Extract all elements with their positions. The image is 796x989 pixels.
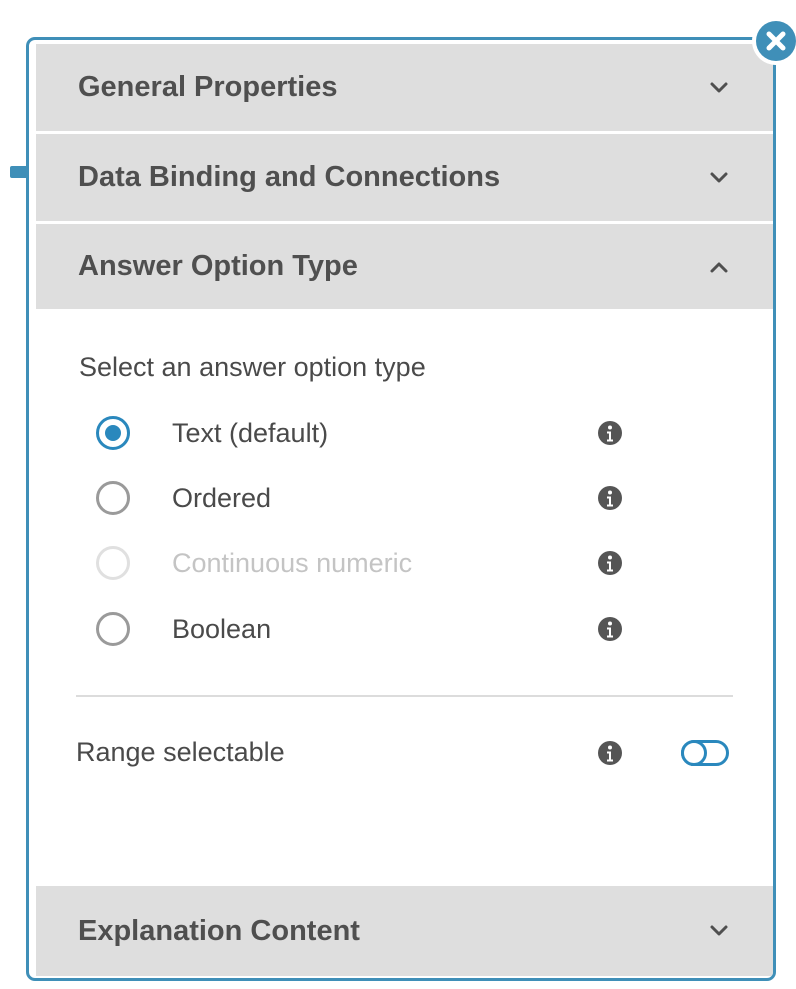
range-selectable-toggle[interactable]	[681, 738, 731, 768]
section-title: Data Binding and Connections	[78, 161, 501, 193]
chevron-down-icon	[710, 925, 728, 936]
radio-button-selected[interactable]	[96, 416, 130, 450]
section-data-binding[interactable]: Data Binding and Connections	[36, 134, 773, 221]
info-icon[interactable]	[598, 486, 622, 510]
radio-button-disabled	[96, 546, 130, 580]
info-icon[interactable]	[598, 741, 622, 765]
chevron-up-icon	[710, 262, 728, 272]
radio-label: Continuous numeric	[172, 547, 413, 578]
chevron-down-icon	[710, 172, 728, 182]
close-icon	[756, 21, 796, 61]
close-button[interactable]	[752, 17, 796, 65]
properties-panel: General Properties Data Binding and Conn…	[26, 37, 776, 981]
radio-option-boolean[interactable]: Boolean	[96, 607, 636, 651]
section-explanation-content[interactable]: Explanation Content	[36, 886, 773, 976]
radio-option-ordered[interactable]: Ordered	[96, 476, 636, 520]
info-icon[interactable]	[598, 617, 622, 641]
radio-option-continuous-numeric: Continuous numeric	[96, 541, 636, 585]
info-icon[interactable]	[598, 551, 622, 575]
section-answer-option-type[interactable]: Answer Option Type	[36, 224, 773, 309]
radio-label: Ordered	[172, 482, 272, 513]
section-title: General Properties	[78, 71, 338, 103]
divider	[76, 695, 733, 697]
range-selectable-label: Range selectable	[76, 737, 285, 767]
radio-label: Boolean	[172, 613, 272, 644]
radio-label: Text (default)	[172, 417, 329, 448]
section-general-properties[interactable]: General Properties	[36, 44, 773, 131]
section-title: Explanation Content	[78, 914, 360, 947]
radio-button[interactable]	[96, 481, 130, 515]
radio-button[interactable]	[96, 612, 130, 646]
chevron-down-icon	[710, 82, 728, 92]
section-title: Answer Option Type	[78, 250, 358, 282]
answer-option-prompt: Select an answer option type	[79, 352, 426, 382]
radio-option-text[interactable]: Text (default)	[96, 411, 636, 455]
info-icon[interactable]	[598, 421, 622, 445]
